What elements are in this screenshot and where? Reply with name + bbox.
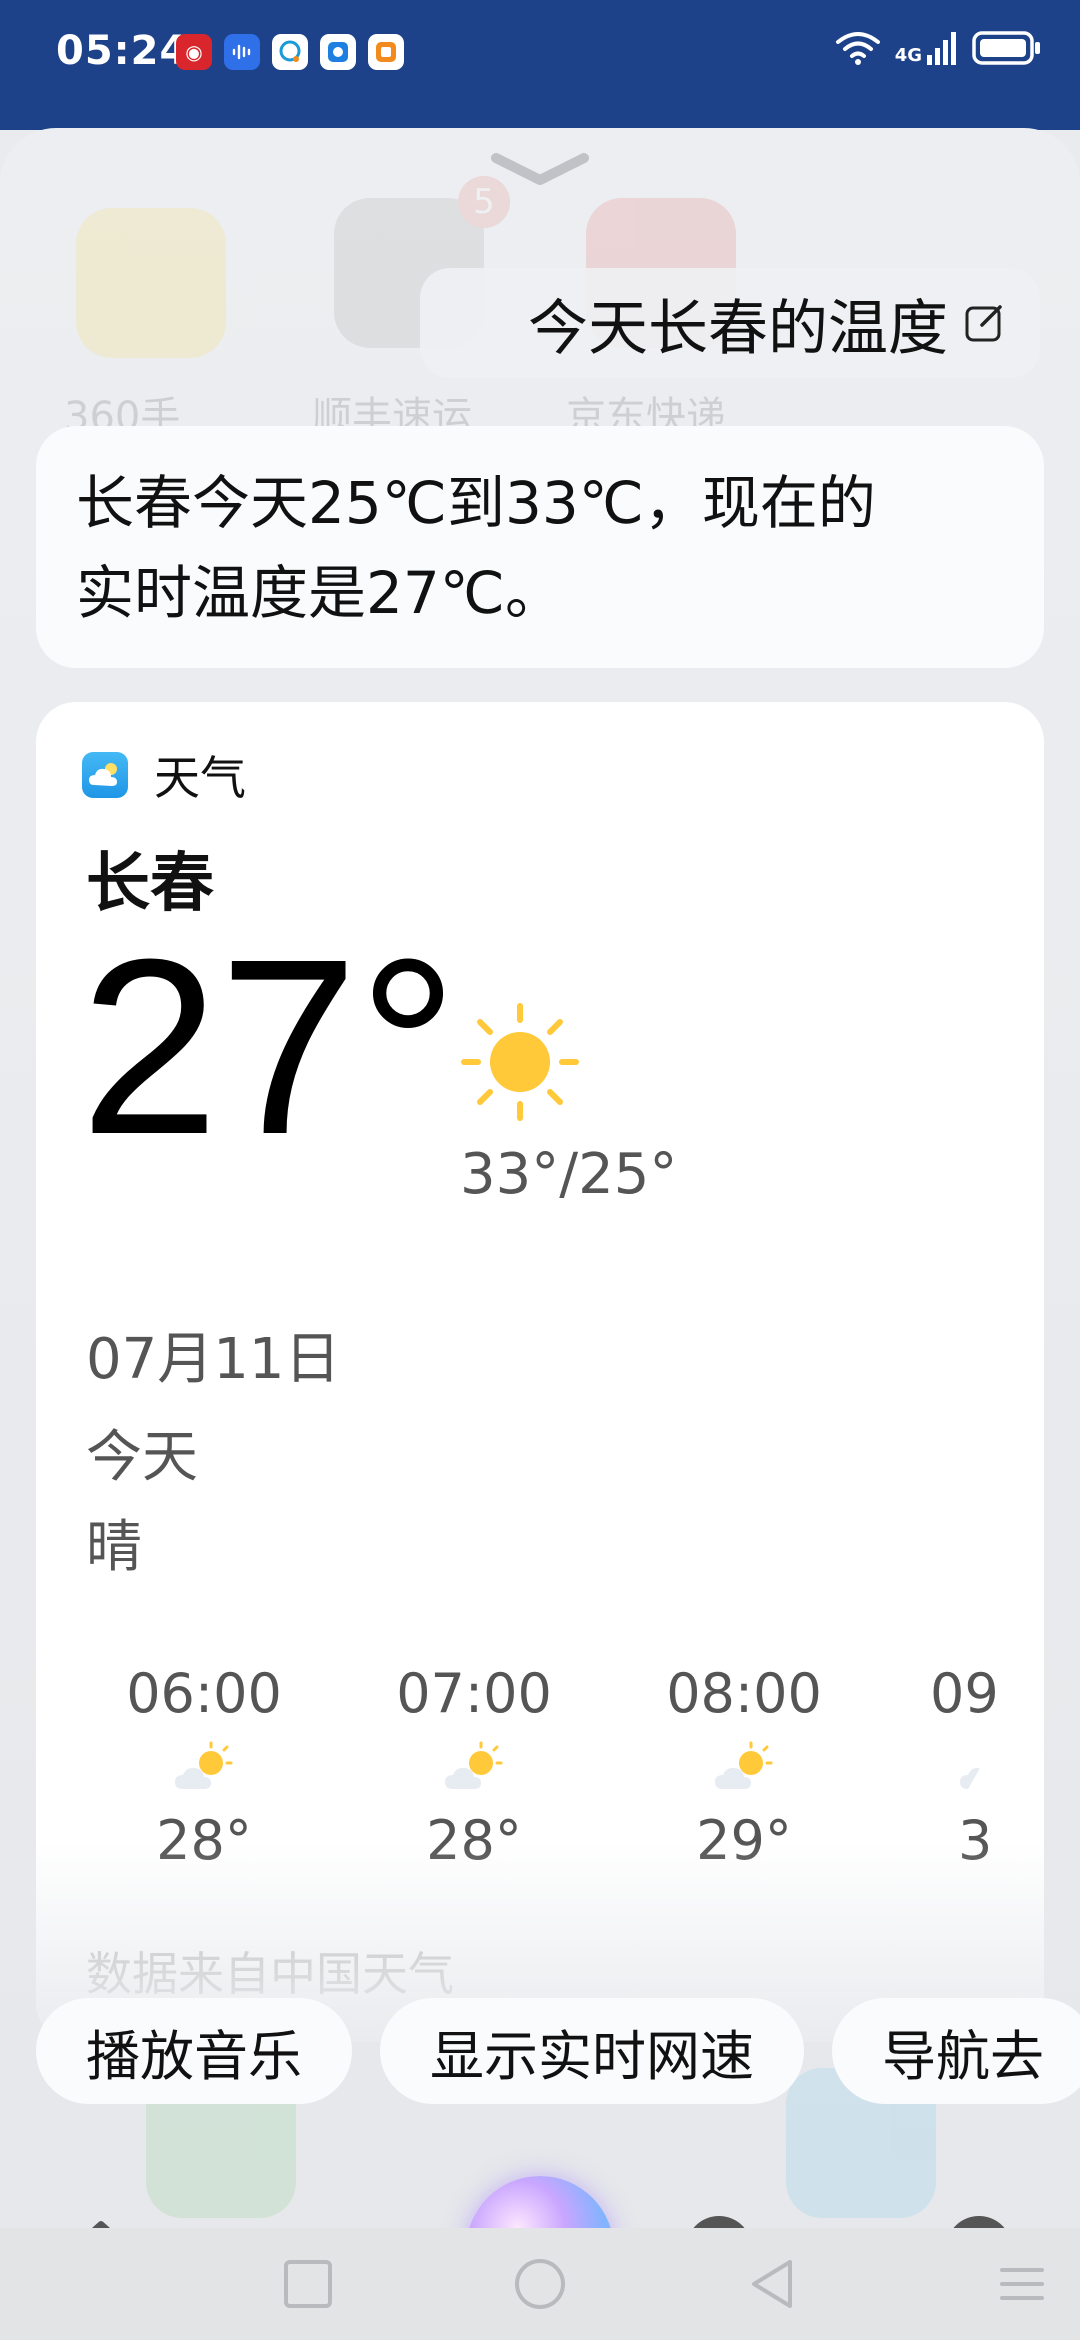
battery-icon xyxy=(972,31,1040,65)
assistant-answer-bubble: 长春今天25℃到33℃，现在的 实时温度是27℃。 xyxy=(36,426,1044,668)
profile-icon[interactable] xyxy=(944,2214,1014,2228)
weather-card[interactable]: 天气 长春 27° 33°/25° 07月11日 今天 晴 06:00 28° … xyxy=(36,702,1044,2042)
hour-temp: 3 xyxy=(958,1809,993,1872)
network-type: 4G xyxy=(894,45,922,66)
weather-app-name: 天气 xyxy=(154,751,246,805)
app-blue-icon xyxy=(320,34,356,70)
weather-condition: 晴 xyxy=(86,1515,142,1580)
system-nav-bar xyxy=(0,2228,1080,2340)
home-icon[interactable] xyxy=(66,2214,136,2228)
keyboard-icon[interactable] xyxy=(324,2214,394,2228)
status-time: 05:24 xyxy=(56,28,189,74)
answer-line-2: 实时温度是27℃。 xyxy=(76,559,563,627)
hourly-item: 07:00 28° xyxy=(364,1662,584,1872)
recents-button[interactable] xyxy=(280,2256,336,2312)
answer-line-1: 长春今天25℃到33℃，现在的 xyxy=(76,469,876,537)
voice-assistant-orb[interactable] xyxy=(466,2176,614,2228)
hour-time: 06:00 xyxy=(126,1662,282,1725)
wifi-icon xyxy=(835,32,880,65)
partly-sunny-icon xyxy=(960,1767,980,1789)
sunny-icon xyxy=(461,1003,579,1121)
user-query-text: 今天长春的温度 xyxy=(528,293,948,364)
status-right: 4G xyxy=(835,30,1042,66)
data-source-label: 数据来自中国天气 xyxy=(86,1947,454,2001)
collapse-handle[interactable] xyxy=(488,150,592,190)
hour-time: 09 xyxy=(930,1662,999,1725)
partly-sunny-icon xyxy=(715,1741,773,1789)
weather-app-header: 天气 xyxy=(82,742,246,808)
nav-menu-icon[interactable] xyxy=(994,2256,1050,2312)
hour-temp: 29° xyxy=(696,1809,792,1872)
hourly-item: 09 3 xyxy=(904,1662,1044,1872)
current-temperature: 27° xyxy=(80,907,459,1186)
home-button[interactable] xyxy=(512,2256,568,2312)
chat-icon xyxy=(272,34,308,70)
app-red-icon: ◉ xyxy=(176,34,212,70)
status-app-icons: ◉ xyxy=(176,34,404,70)
hourly-item: 06:00 28° xyxy=(94,1662,314,1872)
forecast-date: 07月11日 xyxy=(86,1327,341,1392)
weather-app-icon xyxy=(82,752,128,798)
hour-temp: 28° xyxy=(156,1809,252,1872)
voice-assistant-icon xyxy=(224,34,260,70)
scan-icon[interactable] xyxy=(684,2214,754,2228)
hourly-item: 08:00 29° xyxy=(634,1662,854,1872)
suggestion-chip[interactable]: 导航去 xyxy=(832,1998,1080,2104)
assistant-toolbar xyxy=(0,2158,1080,2228)
hour-temp: 28° xyxy=(426,1809,522,1872)
forecast-day: 今天 xyxy=(86,1425,198,1490)
suggestion-chip[interactable]: 播放音乐 xyxy=(36,1998,352,2104)
partly-sunny-icon xyxy=(445,1741,503,1789)
user-query-bubble[interactable]: 今天长春的温度 xyxy=(420,268,1040,378)
temperature-range: 33°/25° xyxy=(460,1142,678,1207)
app-orange-icon xyxy=(368,34,404,70)
edit-icon[interactable] xyxy=(964,303,1004,343)
suggestion-chip[interactable]: 显示实时网速 xyxy=(380,1998,804,2104)
partly-sunny-icon xyxy=(175,1741,233,1789)
hour-time: 08:00 xyxy=(666,1662,822,1725)
assistant-sheet: 5 360手 顺丰速运 京东快递 13 7 今天长春的温度 长春今天25℃到33… xyxy=(0,128,1080,2228)
suggestion-chips: 播放音乐 显示实时网速 导航去 xyxy=(36,1998,1080,2104)
signal-icon xyxy=(927,32,956,65)
hour-time: 07:00 xyxy=(396,1662,552,1725)
network-indicator: 4G xyxy=(895,31,958,65)
status-bar: 05:24 ◉ 4G xyxy=(0,0,1080,130)
back-button[interactable] xyxy=(744,2256,800,2312)
hourly-forecast[interactable]: 06:00 28° 07:00 28° 08:00 29° 09 3 xyxy=(36,1662,1044,1922)
